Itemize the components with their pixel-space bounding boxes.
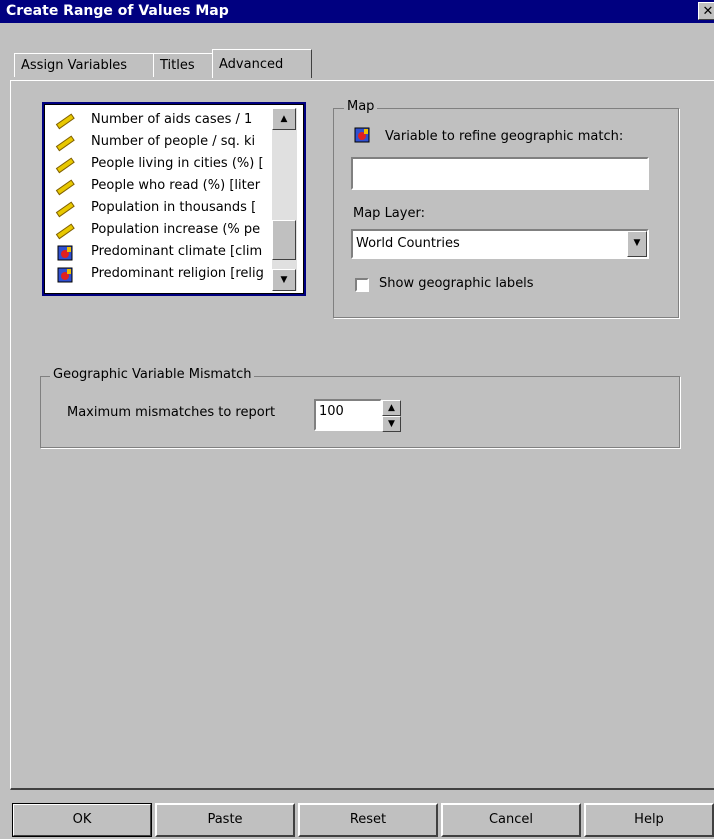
arrow-down-icon: ▼ <box>280 275 288 285</box>
cancel-button[interactable]: Cancel <box>441 803 581 837</box>
chevron-down-icon: ▼ <box>633 238 641 248</box>
variable-list-frame: Number of aids cases / 1 Number of peopl… <box>44 104 304 294</box>
tab-label: Advanced <box>219 57 284 72</box>
refine-variable-label: Variable to refine geographic match: <box>385 129 624 144</box>
paste-button-label: Paste <box>207 812 243 827</box>
list-item-label: Population in thousands [ <box>91 200 257 215</box>
ruler-icon <box>55 113 75 130</box>
ok-button[interactable]: OK <box>12 803 152 837</box>
arrow-down-icon: ▼ <box>388 419 395 429</box>
title-bar: Create Range of Values Map ✕ <box>0 0 714 23</box>
window-title: Create Range of Values Map <box>6 3 229 19</box>
tab-label: Titles <box>160 58 195 73</box>
tab-label: Assign Variables <box>21 58 128 73</box>
list-item-label: Number of aids cases / 1 <box>91 112 253 127</box>
paste-button[interactable]: Paste <box>155 803 295 837</box>
ruler-icon <box>55 135 75 152</box>
scroll-thumb[interactable] <box>272 220 296 260</box>
ruler-icon <box>55 157 75 174</box>
cancel-button-label: Cancel <box>488 812 534 827</box>
list-item-label: Population increase (% pe <box>91 222 261 237</box>
list-item-label: Predominant climate [clim <box>91 244 263 259</box>
map-group-legend: Map <box>344 99 378 114</box>
close-icon: ✕ <box>702 4 714 19</box>
spin-up-button[interactable]: ▲ <box>382 400 401 416</box>
max-mismatches-input[interactable]: 100 <box>314 399 382 431</box>
arrow-up-icon: ▲ <box>280 114 288 124</box>
tab-advanced[interactable]: Advanced <box>212 49 312 78</box>
list-item-label: Number of people / sq. ki <box>91 134 256 149</box>
scroll-up-button[interactable]: ▲ <box>272 108 296 130</box>
mismatch-group-legend: Geographic Variable Mismatch <box>50 367 255 382</box>
nominal-icon <box>57 245 73 261</box>
ruler-icon <box>55 223 75 240</box>
close-button[interactable]: ✕ <box>698 2 714 20</box>
list-item-label: People living in cities (%) [ <box>91 156 264 171</box>
arrow-up-icon: ▲ <box>388 403 395 413</box>
ruler-icon <box>55 179 75 196</box>
show-labels-label: Show geographic labels <box>379 276 534 291</box>
help-button[interactable]: Help <box>584 803 714 837</box>
max-mismatches-label: Maximum mismatches to report <box>67 405 276 420</box>
ok-button-label: OK <box>72 812 92 827</box>
map-layer-value: World Countries <box>356 236 460 251</box>
map-layer-label: Map Layer: <box>353 206 425 221</box>
show-labels-checkbox[interactable] <box>355 278 369 292</box>
variable-list[interactable]: Number of aids cases / 1 Number of peopl… <box>42 102 306 296</box>
reset-button-label: Reset <box>349 812 387 827</box>
list-scrollbar[interactable]: ▲ ▼ <box>272 108 297 291</box>
spin-down-button[interactable]: ▼ <box>382 416 401 432</box>
help-button-label: Help <box>634 812 664 827</box>
ruler-icon <box>55 201 75 218</box>
nominal-icon <box>57 267 73 283</box>
dropdown-button[interactable]: ▼ <box>627 231 647 257</box>
tab-assign-variables[interactable]: Assign Variables <box>14 53 154 77</box>
reset-button[interactable]: Reset <box>298 803 438 837</box>
list-item-label: People who read (%) [liter <box>91 178 261 193</box>
refine-variable-field[interactable] <box>351 157 649 190</box>
scroll-down-button[interactable]: ▼ <box>272 269 296 291</box>
list-item-label: Predominant religion [relig <box>91 266 264 281</box>
tab-titles[interactable]: Titles <box>153 53 213 77</box>
map-layer-dropdown[interactable]: World Countries ▼ <box>351 229 649 259</box>
nominal-icon <box>354 127 370 143</box>
max-mismatches-value: 100 <box>319 404 344 419</box>
